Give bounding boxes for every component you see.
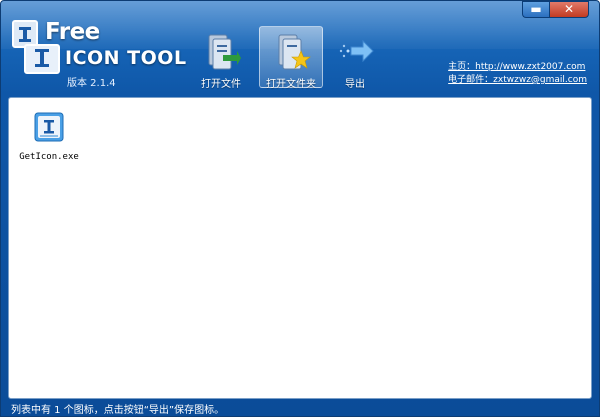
minimize-button[interactable]: ▬: [522, 1, 549, 18]
open-folder-icon: [271, 31, 311, 71]
close-button[interactable]: ✕: [549, 1, 589, 18]
logo-free-text: Free: [45, 19, 100, 45]
export-label: 导出: [345, 79, 365, 90]
export-arrow-icon: [335, 31, 375, 71]
toolbar: 打开文件 打开文件夹 导出: [189, 26, 381, 90]
logo-title-text: ICON TOOL: [65, 47, 187, 69]
open-file-button[interactable]: 打开文件: [189, 26, 253, 90]
window-controls: ▬ ✕: [522, 1, 589, 18]
email-link[interactable]: 电子邮件：zxtwzwz@gmail.com: [448, 74, 587, 87]
file-name: GetIcon.exe: [19, 152, 79, 162]
open-file-label: 打开文件: [201, 79, 241, 90]
app-logo: Free ICON TOOL 版本 2.1.4: [9, 9, 189, 89]
app-icon: [34, 112, 64, 142]
icon-list-panel[interactable]: GetIcon.exe: [8, 97, 592, 399]
open-folder-label: 打开文件夹: [266, 79, 316, 90]
status-text: 列表中有 1 个图标，点击按钮“导出”保存图标。: [11, 405, 225, 416]
version-label: 版本 2.1.4: [67, 78, 116, 89]
list-item[interactable]: GetIcon.exe: [19, 112, 79, 162]
open-folder-button[interactable]: 打开文件夹: [259, 26, 323, 90]
status-bar: 列表中有 1 个图标，点击按钮“导出”保存图标。: [1, 399, 599, 416]
open-file-icon: [201, 31, 241, 71]
app-window: ▬ ✕ Free ICON TOOL 版本 2.1.4 打开文件 打开文件夹 导…: [0, 0, 600, 417]
contact-links: 主页：http://www.zxt2007.com 电子邮件：zxtwzwz@g…: [448, 61, 587, 87]
export-button[interactable]: 导出: [329, 26, 381, 90]
homepage-link[interactable]: 主页：http://www.zxt2007.com: [448, 61, 587, 74]
